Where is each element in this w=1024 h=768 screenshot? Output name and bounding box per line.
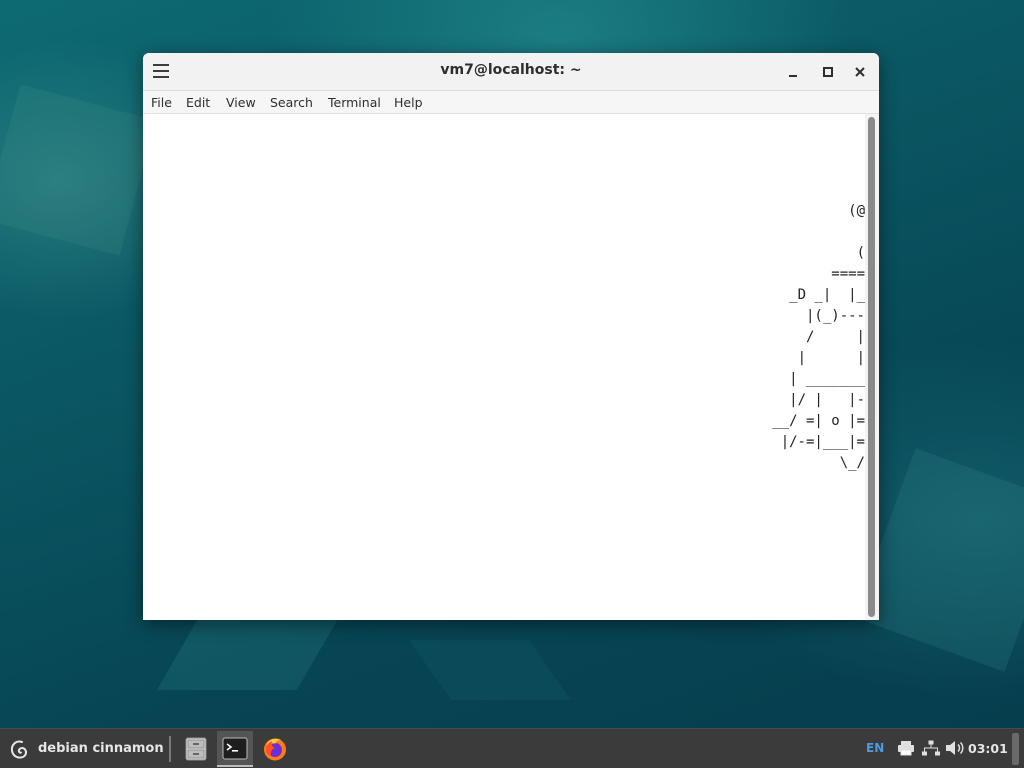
- close-icon: [855, 67, 865, 77]
- firefox-launcher[interactable]: [257, 731, 293, 767]
- start-menu-button[interactable]: debian cinnamon: [4, 732, 164, 766]
- menu-edit[interactable]: Edit: [186, 95, 210, 110]
- menu-search[interactable]: Search: [270, 95, 313, 110]
- menu-terminal[interactable]: Terminal: [328, 95, 381, 110]
- network-icon[interactable]: [922, 740, 940, 756]
- show-desktop-button[interactable]: [1012, 733, 1019, 765]
- firefox-icon: [264, 738, 286, 761]
- start-menu-label: debian cinnamon: [38, 741, 164, 756]
- menu-bar: File Edit View Search Terminal Help: [143, 91, 879, 114]
- taskbar-separator: [169, 736, 171, 762]
- wallpaper-shape: [0, 84, 156, 256]
- terminal-ascii-art: (@ ( ==== _D _| |_ |(_)--- / | | | | ___…: [772, 203, 865, 471]
- maximize-button[interactable]: [817, 62, 837, 82]
- file-manager-icon: [185, 737, 207, 761]
- menu-help[interactable]: Help: [394, 95, 423, 110]
- window-titlebar[interactable]: vm7@localhost: ~: [143, 53, 879, 91]
- wallpaper-shape: [854, 448, 1024, 672]
- minimize-button[interactable]: [783, 62, 803, 82]
- file-manager-launcher[interactable]: [178, 731, 214, 767]
- keyboard-layout-indicator[interactable]: EN: [866, 741, 884, 755]
- taskbar: debian cinnamon EN 03:01: [0, 728, 1024, 768]
- wallpaper-shape: [408, 640, 572, 700]
- terminal-window: vm7@localhost: ~ File Edit View Search T…: [143, 53, 879, 620]
- wallpaper-shape: [156, 610, 344, 690]
- menu-file[interactable]: File: [151, 95, 172, 110]
- volume-icon[interactable]: [945, 740, 965, 756]
- debian-swirl-icon: [10, 740, 28, 759]
- scrollbar-thumb[interactable]: [868, 117, 875, 617]
- terminal-icon: [222, 737, 248, 760]
- window-title: vm7@localhost: ~: [440, 62, 582, 78]
- printer-icon[interactable]: [897, 740, 915, 756]
- menu-view[interactable]: View: [226, 95, 256, 110]
- clock[interactable]: 03:01: [968, 741, 1008, 756]
- close-button[interactable]: [850, 62, 870, 82]
- terminal-output-area[interactable]: (@ ( ==== _D _| |_ |(_)--- / | | | | ___…: [143, 114, 865, 620]
- terminal-launcher[interactable]: [217, 731, 253, 767]
